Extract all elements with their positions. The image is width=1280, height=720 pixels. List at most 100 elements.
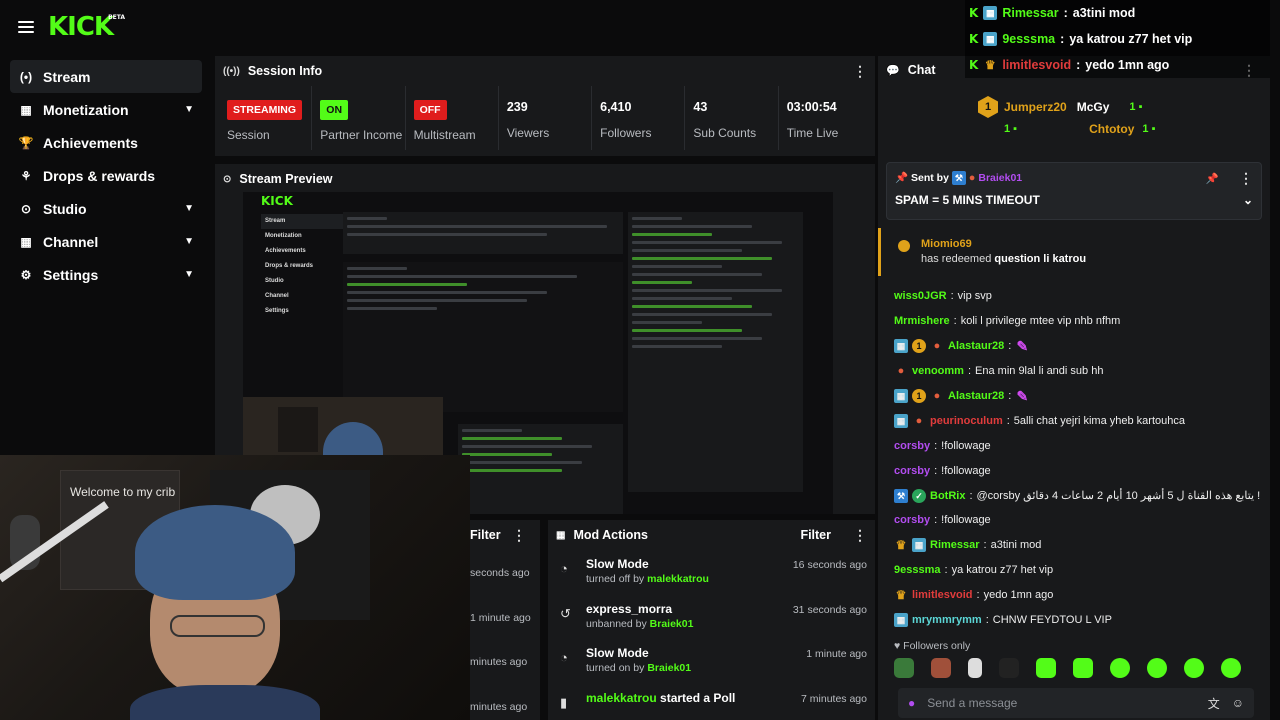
poster-text: Welcome to my crib: [70, 485, 176, 499]
filter-button[interactable]: Filter: [800, 528, 831, 542]
reward-icon: [898, 240, 910, 252]
chat-message[interactable]: ● venoomm: Ena min 9lal li andi sub hh: [894, 359, 1264, 384]
status-badge[interactable]: STREAMING: [227, 100, 302, 120]
gifter-row: 1 Jumperz20 McGy 1: [978, 96, 1156, 118]
mod-action-row[interactable]: ◔ Slow Mode turned off by malekkatrou 16 se…: [548, 550, 875, 595]
chat-username[interactable]: limitlesvoid: [912, 589, 973, 601]
chat-message[interactable]: ▦ 1 ● Alastaur28: ✎: [894, 334, 1264, 359]
kick-dashboard: KICK BETA (•) Stream ▦ Monetization ▼ 🏆 Achieve…: [0, 0, 1280, 720]
chat-message[interactable]: ▦ 1 ● Alastaur28: ✎: [894, 384, 1264, 409]
emoji-icon[interactable]: ☺: [1232, 696, 1244, 710]
sidebar-item-drops-rewards[interactable]: ⚘ Drops & rewards: [10, 159, 202, 192]
colon: :: [934, 439, 938, 452]
kebab-menu-icon[interactable]: ⋮: [1239, 171, 1253, 185]
emote-icon[interactable]: [1036, 658, 1056, 678]
emote-icon[interactable]: [931, 658, 951, 678]
gifter-name[interactable]: Chtotoy: [1089, 122, 1134, 136]
emote-icon[interactable]: [1110, 658, 1130, 678]
sidebar-item-achievements[interactable]: 🏆 Achievements: [10, 126, 202, 159]
mod-action-row[interactable]: ▮ malekkatrou started a Poll 7 minutes ago: [548, 684, 875, 720]
redeem-label: has redeemed: [921, 253, 992, 265]
chat-username[interactable]: wiss0JGR: [894, 290, 947, 302]
chat-message[interactable]: ▦ mrymmrymm: CHNW FEYDTOU L VIP: [894, 608, 1264, 633]
mini-sidebar: KICK Stream Monetization Achievements Drops…: [261, 194, 351, 319]
chat-username[interactable]: BotRix: [930, 490, 965, 502]
kebab-menu-icon[interactable]: ⋮: [512, 528, 526, 542]
chat-message[interactable]: corsby: !followage: [894, 433, 1264, 458]
mini-mod-panel: [458, 424, 623, 514]
chat-username[interactable]: venoomm: [912, 365, 964, 377]
chevron-down-icon[interactable]: ▼: [184, 269, 194, 280]
chevron-down-icon[interactable]: ▼: [184, 104, 194, 115]
chat-text: !followage: [941, 514, 991, 527]
gifter-name[interactable]: McGy: [1077, 100, 1110, 114]
emote-icon[interactable]: [1147, 658, 1167, 678]
kebab-menu-icon[interactable]: ⋮: [853, 64, 867, 78]
hat-badge-icon: ●: [897, 365, 905, 378]
chevron-down-icon[interactable]: ⌄: [1243, 193, 1253, 207]
sidebar-item-channel[interactable]: ▦ Channel ▼: [10, 225, 202, 258]
mod-action-user[interactable]: malekkatrou: [586, 691, 657, 705]
emote-icon[interactable]: [999, 658, 1019, 678]
emote-icon[interactable]: [1184, 658, 1204, 678]
sidebar-item-studio[interactable]: ⊙ Studio ▼: [10, 192, 202, 225]
pinned-user[interactable]: Braiek01: [978, 172, 1022, 184]
chat-message[interactable]: corsby: !followage: [894, 458, 1264, 483]
chat-username[interactable]: Rimessar: [930, 539, 980, 551]
chat-username[interactable]: corsby: [894, 465, 930, 477]
mod-icon: ▦: [556, 529, 566, 541]
status-badge[interactable]: ON: [320, 100, 349, 120]
emote-icon[interactable]: [894, 658, 914, 678]
redeem-user[interactable]: Miomio69: [921, 238, 1270, 250]
chat-username[interactable]: corsby: [894, 440, 930, 452]
chat-message[interactable]: ♛ ▦ Rimessar: a3tini mod: [894, 533, 1264, 558]
mod-action-by[interactable]: Braiek01: [650, 618, 694, 630]
chat-username[interactable]: 9esssma: [894, 564, 941, 576]
translate-icon[interactable]: 文: [1208, 695, 1220, 712]
chat-input[interactable]: ● Send a message 文 ☺: [898, 688, 1254, 718]
chevron-down-icon[interactable]: ▼: [184, 236, 194, 247]
mod-action-by[interactable]: malekkatrou: [647, 573, 709, 585]
gifter-name[interactable]: Jumperz20: [1004, 100, 1067, 114]
mod-action-by[interactable]: Braiek01: [647, 662, 691, 674]
sidebar-item-stream[interactable]: (•) Stream: [10, 60, 202, 93]
chat-message[interactable]: ♛ limitlesvoid: yedo 1mn ago: [894, 583, 1264, 608]
chat-username[interactable]: corsby: [894, 514, 930, 526]
sub-badge-icon: ▦: [894, 413, 908, 428]
status-badge[interactable]: OFF: [413, 100, 447, 120]
mod-actions-panel: ▦ Mod Actions Filter ⋮ ◔ Slow Mode turned …: [548, 520, 875, 720]
chat-text: koli l privilege mtee vip nhb nfhm: [960, 315, 1121, 328]
emote-icon[interactable]: [1221, 658, 1241, 678]
chat-username[interactable]: Alastaur28: [948, 390, 1004, 402]
sidebar-item-settings[interactable]: ⚙ Settings ▼: [10, 258, 202, 291]
chat-username[interactable]: mrymmrymm: [912, 614, 982, 626]
mod-action-row[interactable]: ↺ express_morra unbanned by Braiek01 31 sec…: [548, 595, 875, 640]
chat-message[interactable]: corsby: !followage: [894, 508, 1264, 533]
mod-actions-list: ◔ Slow Mode turned off by malekkatrou 16 se…: [548, 550, 875, 720]
filter-button[interactable]: Filter: [470, 528, 512, 542]
chevron-down-icon[interactable]: ▼: [184, 203, 194, 214]
chat-username[interactable]: Alastaur28: [948, 340, 1004, 352]
chat-message[interactable]: Mrmishere: koli l privilege mtee vip nhb …: [894, 309, 1264, 334]
sidebar-item-monetization[interactable]: ▦ Monetization ▼: [10, 93, 202, 126]
crown-badge-icon: ♛: [895, 588, 907, 603]
chat-message[interactable]: 9esssma: ya katrou z77 het vip: [894, 558, 1264, 583]
emote-icon[interactable]: [968, 658, 982, 678]
chat-message[interactable]: wiss0JGR: vip svp: [894, 284, 1264, 309]
sidebar-item-label: Settings: [43, 266, 99, 283]
kick-logo[interactable]: KICK BETA: [48, 12, 125, 42]
poll-icon: ▮: [560, 694, 568, 710]
chat-message[interactable]: ⚒ ✓ BotRix: @corsby يتابع هذه القناة ل 5 أش…: [894, 483, 1264, 508]
pinned-message[interactable]: 📌 Sent by ⚒ ● Braiek01 📌 ⋮ SPAM = 5 MINS…: [886, 162, 1262, 220]
mic-icon[interactable]: ●: [908, 696, 915, 710]
chat-username[interactable]: peurinoculum: [930, 415, 1003, 427]
kebab-menu-icon[interactable]: ⋮: [853, 528, 867, 542]
mod-action-row[interactable]: ◔ Slow Mode turned on by Braiek01 1 minute …: [548, 639, 875, 684]
chat-username[interactable]: Mrmishere: [894, 315, 950, 327]
chat-message[interactable]: ▦ ● peurinoculum:5alli chat yejri kima yhe…: [894, 408, 1264, 433]
colon: :: [1008, 340, 1012, 353]
pin-icon[interactable]: 📌: [1206, 172, 1219, 185]
hamburger-menu-icon[interactable]: [18, 21, 34, 33]
emote-icon[interactable]: [1073, 658, 1093, 678]
redeem-text: has redeemed question li katrou: [921, 253, 1270, 265]
